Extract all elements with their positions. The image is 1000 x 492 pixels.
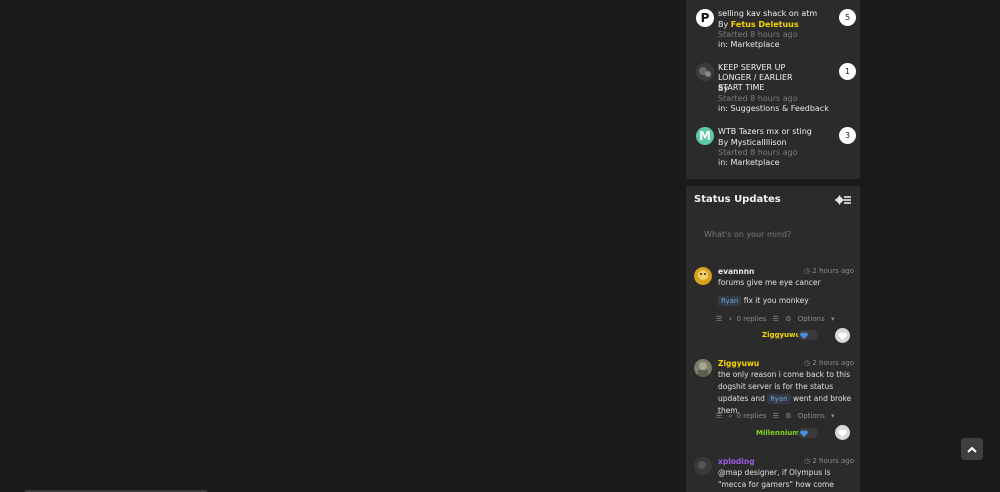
status-time: ◷ 2 hours ago <box>804 267 854 275</box>
replies-link[interactable]: 0 replies <box>736 315 766 323</box>
gear-menu-icon[interactable] <box>835 194 851 206</box>
chevron-up-icon <box>967 446 977 453</box>
status-text: forums give me eye cancer <box>718 278 821 287</box>
reply-count-badge: 3 <box>839 127 856 144</box>
topic-started: Started 8 hours ago <box>718 94 798 103</box>
section-divider <box>686 179 860 186</box>
liker-name[interactable]: Millennium <box>756 429 800 437</box>
status-text: @map designer, if Olympus is "mecca for … <box>718 468 834 489</box>
avatar-letter: M <box>699 129 711 143</box>
status-text: the only reason i come back to this dogs… <box>718 370 852 415</box>
section-title: Status Updates <box>694 194 781 205</box>
heart-icon <box>838 429 847 437</box>
status-meta: ☰ ⌕ 0 replies ☰ ⚙ Options ▾ <box>716 412 838 421</box>
like-count[interactable] <box>798 428 818 438</box>
topic-started: Started 8 hours ago <box>718 30 798 39</box>
scroll-to-top-button[interactable] <box>961 438 983 460</box>
list-icon: ☰ <box>716 315 723 323</box>
like-button[interactable] <box>835 425 850 440</box>
status-reply: Ryan fix it you monkey <box>718 295 854 307</box>
topic-item[interactable]: KEEP SERVER UP LONGER / EARLIER START TI… <box>694 63 856 123</box>
reply-count-badge: 5 <box>839 9 856 26</box>
options-link[interactable]: ⚙ Options ▾ <box>785 412 834 420</box>
status-update: Ziggyuwu ◷ 2 hours ago the only reason i… <box>694 359 854 449</box>
gear-icon: ⚙ <box>785 315 794 323</box>
heart-icon <box>800 331 808 339</box>
status-author[interactable]: evannnn <box>718 267 754 276</box>
avatar[interactable] <box>694 457 712 475</box>
sidebar: P selling kav shack on atm By Fetus Dele… <box>686 0 860 492</box>
topic-title[interactable]: selling kav shack on atm <box>718 9 818 19</box>
avatar[interactable] <box>696 63 714 81</box>
mention-link[interactable]: Ryan <box>767 394 791 404</box>
topic-title[interactable]: KEEP SERVER UP LONGER / EARLIER START TI… <box>718 63 818 93</box>
status-author[interactable]: Ziggyuwu <box>718 359 759 368</box>
topic-forum[interactable]: in: Marketplace <box>718 40 780 50</box>
topic-title[interactable]: WTB Tazers mx or sting <box>718 127 818 137</box>
replies-link[interactable]: 0 replies <box>736 412 766 420</box>
avatar-image <box>694 359 712 377</box>
like-count[interactable] <box>798 330 818 340</box>
status-update: evannnn ◷ 2 hours ago forums give me eye… <box>694 267 854 347</box>
avatar-letter: P <box>700 11 710 25</box>
list-icon: ☰ <box>716 412 723 420</box>
liker-name[interactable]: Ziggyuwu <box>762 331 801 339</box>
avatar-image <box>696 63 714 81</box>
reply-count-badge: 1 <box>839 63 856 80</box>
topic-author[interactable]: MysticalIllison <box>731 138 787 147</box>
heart-icon <box>800 429 808 437</box>
list-icon: ☰ <box>772 315 779 323</box>
status-meta: ☰ ⌕ 0 replies ☰ ⚙ Options ▾ <box>716 315 838 324</box>
topic-item[interactable]: M WTB Tazers mx or sting By MysticalIlli… <box>694 127 856 187</box>
topic-author[interactable]: Fetus Deletuus <box>731 20 799 29</box>
topic-forum[interactable]: in: Marketplace <box>718 158 780 168</box>
status-time: ◷ 2 hours ago <box>804 359 854 367</box>
topic-item[interactable]: P selling kav shack on atm By Fetus Dele… <box>694 9 856 69</box>
like-button[interactable] <box>835 328 850 343</box>
avatar-image <box>694 457 712 475</box>
status-time: ◷ 2 hours ago <box>804 457 854 465</box>
avatar[interactable]: M <box>696 127 714 145</box>
status-input[interactable]: What's on your mind? <box>694 225 852 245</box>
status-update: xploding ◷ 2 hours ago @map designer, if… <box>694 457 854 492</box>
comments-icon: ⌕ <box>728 412 733 420</box>
avatar[interactable] <box>694 359 712 377</box>
comments-icon: ⌕ <box>728 315 733 323</box>
topic-forum[interactable]: in: Suggestions & Feedback <box>718 104 829 114</box>
topic-author-line: By Fetus Deletuus <box>718 20 799 29</box>
gear-icon: ⚙ <box>785 412 794 420</box>
options-link[interactable]: ⚙ Options ▾ <box>785 315 834 323</box>
list-icon: ☰ <box>772 412 779 420</box>
heart-icon <box>838 332 847 340</box>
avatar[interactable]: P <box>696 9 714 27</box>
topic-author-line: By <box>718 84 729 93</box>
status-author[interactable]: xploding <box>718 457 755 466</box>
avatar-image <box>694 267 712 285</box>
topic-author-line: By MysticalIllison <box>718 138 787 147</box>
topic-started: Started 8 hours ago <box>718 148 798 157</box>
mention-link[interactable]: Ryan <box>718 296 742 306</box>
avatar[interactable] <box>694 267 712 285</box>
